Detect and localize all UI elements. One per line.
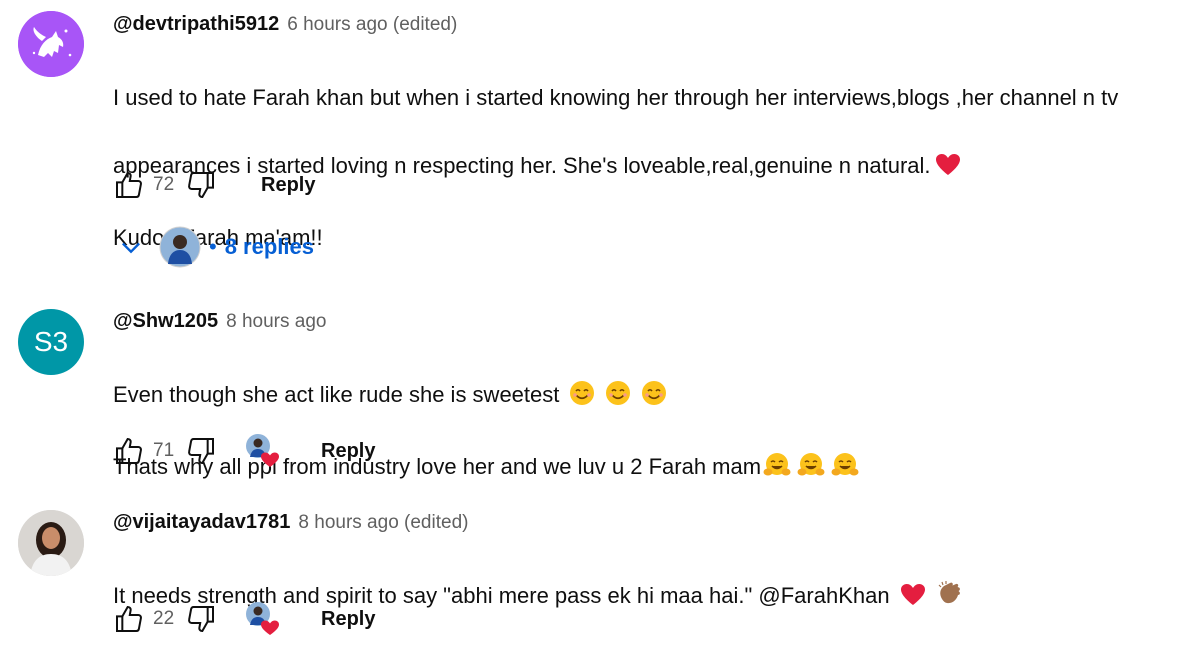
comment-author[interactable]: @vijaitayadav1781 [113,511,290,534]
avatar-initials: S3 [33,326,69,357]
avatar[interactable] [18,510,84,576]
comment-author[interactable]: @Shw1205 [113,310,218,333]
thumb-down-icon[interactable] [185,603,217,635]
avatar[interactable] [18,11,84,77]
unicorn-icon [18,11,84,77]
heart-emoji [935,153,961,187]
avatar[interactable]: S3 [18,309,84,375]
reply-button[interactable]: Reply [321,440,375,463]
reply-button[interactable]: Reply [321,608,375,631]
comment-timestamp[interactable]: 8 hours ago (edited) [298,512,468,534]
smile-emoji [641,380,667,416]
creator-heart-icon [245,601,283,637]
comment-line: I used to hate Farah khan but when i sta… [113,85,1119,110]
heart-emoji [900,583,926,617]
thumb-up-icon[interactable] [113,435,145,467]
smile-emoji [605,380,631,416]
thumb-up-icon[interactable] [113,603,145,635]
reply-button[interactable]: Reply [261,174,315,197]
smile-emoji [569,380,595,416]
thumb-down-icon[interactable] [185,169,217,201]
separator-dot: • [209,234,217,259]
comment-author[interactable]: @devtripathi5912 [113,13,279,36]
view-replies-button[interactable]: • 8 replies [113,225,314,269]
comment-timestamp[interactable]: 8 hours ago [226,311,326,333]
profile-photo [18,510,84,576]
hug-emoji [797,452,825,488]
creator-avatar [159,226,201,268]
thumb-up-icon[interactable] [113,169,145,201]
hug-emoji [763,452,791,488]
creator-heart-icon [245,433,283,469]
hug-emoji [831,452,859,488]
chevron-down-icon[interactable] [117,233,145,261]
clap-emoji [936,579,964,617]
comment-timestamp[interactable]: 6 hours ago (edited) [287,14,457,36]
replies-count-label[interactable]: 8 replies [225,234,314,260]
comment-line: Even though she act like rude she is swe… [113,382,560,407]
thumb-down-icon[interactable] [185,435,217,467]
